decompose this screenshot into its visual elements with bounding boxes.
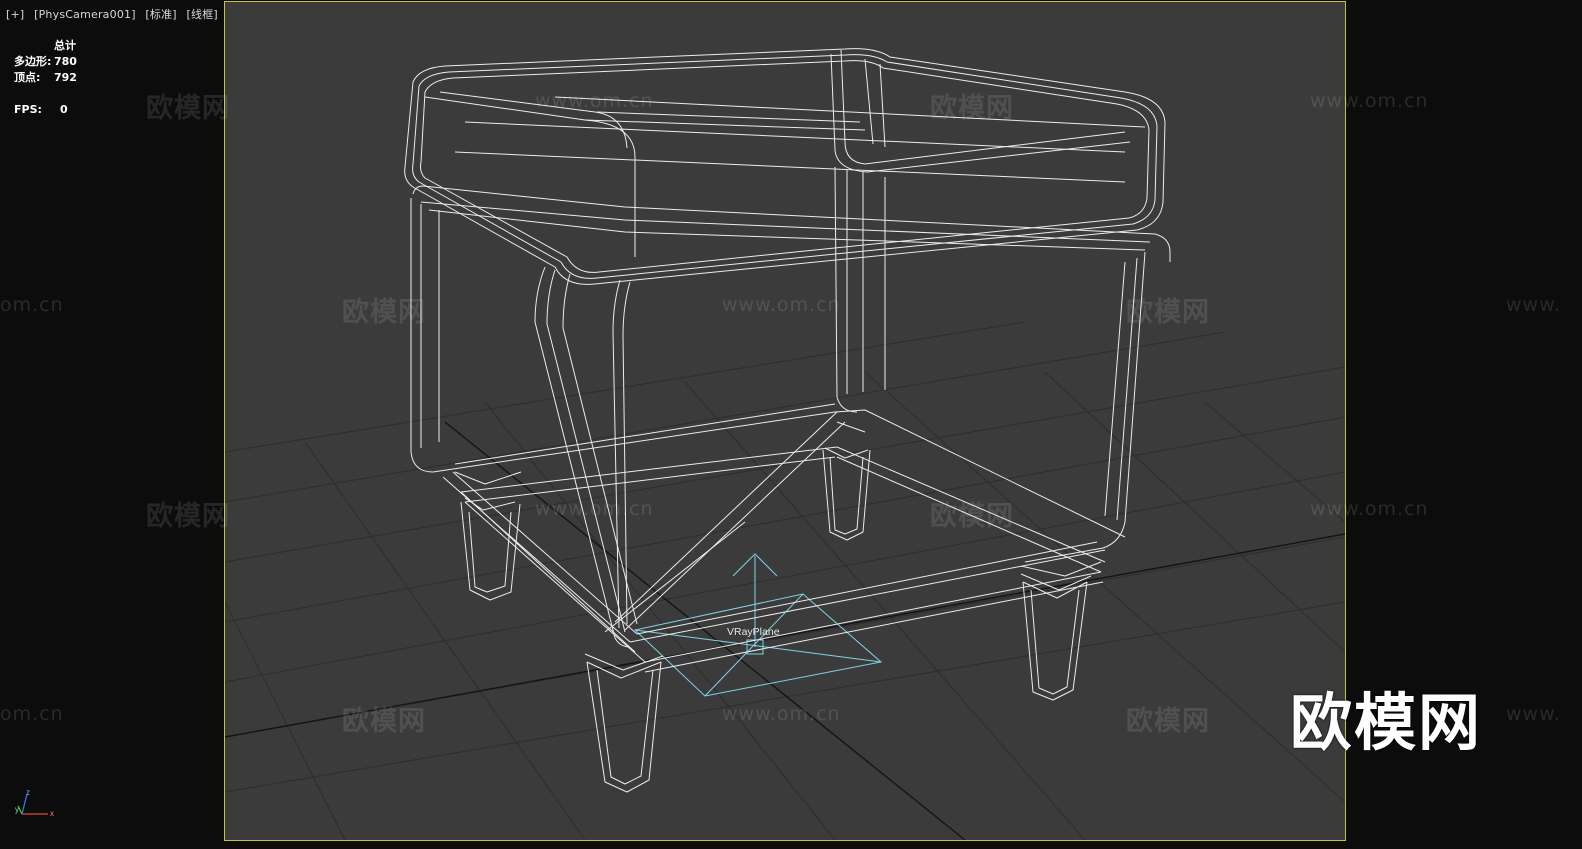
- stats-polygons-label: 多边形:: [14, 55, 52, 68]
- stats-polygons-value: 780: [54, 55, 77, 68]
- watermark-url: www.om.cn: [1310, 90, 1429, 112]
- viewport-shading-menu[interactable]: [标准]: [145, 8, 176, 21]
- viewport-label-menu[interactable]: [+] [PhysCamera001] [标准] [线框]: [6, 6, 224, 22]
- watermark-brand: 欧模网: [1126, 706, 1210, 737]
- vray-plane-label: VRayPlane: [727, 626, 780, 638]
- axis-z-label: z: [26, 788, 30, 797]
- watermark-url: www.om.cn: [535, 90, 654, 112]
- stats-fps-label: FPS:: [14, 103, 42, 116]
- stats-vertices-label: 顶点:: [14, 71, 41, 84]
- watermark-brand: 欧模网: [146, 501, 230, 532]
- stats-header: 总计: [54, 39, 76, 52]
- watermark-brand: 欧模网: [930, 93, 1014, 124]
- watermark-brand: 欧模网: [930, 501, 1014, 532]
- watermark-url-cut: www.: [1506, 703, 1561, 725]
- stats-vertices-row: 顶点: 792: [14, 70, 77, 86]
- watermark-brand: 欧模网: [1126, 297, 1210, 328]
- watermark-url-cut: www.: [1506, 294, 1561, 316]
- watermark-url: www.om.cn: [722, 294, 841, 316]
- axis-x-label: x: [50, 809, 54, 818]
- statistics-overlay: 总计 多边形: 780 顶点: 792 FPS: 0: [14, 38, 77, 118]
- brand-logo-watermark: 欧模网: [1290, 686, 1483, 759]
- watermark-url: www.om.cn: [1310, 498, 1429, 520]
- viewport-menu-plus[interactable]: [+]: [6, 8, 24, 21]
- watermark-url-cut: om.cn: [0, 294, 64, 316]
- ground-grid: [225, 321, 1345, 840]
- stats-polygons-row: 多边形: 780: [14, 54, 77, 70]
- stats-vertices-value: 792: [54, 71, 77, 84]
- viewport[interactable]: [+] [PhysCamera001] [标准] [线框] 总计 多边形: 78…: [0, 0, 1582, 849]
- axis-tripod-icon: z x y: [15, 788, 54, 818]
- stats-fps-value: 0: [60, 103, 68, 116]
- watermark-brand: 欧模网: [342, 706, 426, 737]
- watermark-url-cut: om.cn: [0, 703, 64, 725]
- watermark-brand: 欧模网: [342, 297, 426, 328]
- watermark-url: www.om.cn: [722, 703, 841, 725]
- viewport-camera-menu[interactable]: [PhysCamera001]: [34, 8, 136, 21]
- viewport-display-mode-menu[interactable]: [线框]: [187, 8, 218, 21]
- axis-y-label: y: [15, 805, 19, 814]
- watermark-brand: 欧模网: [146, 93, 230, 124]
- stats-fps-row: FPS: 0: [14, 102, 77, 118]
- watermark-url: www.om.cn: [535, 498, 654, 520]
